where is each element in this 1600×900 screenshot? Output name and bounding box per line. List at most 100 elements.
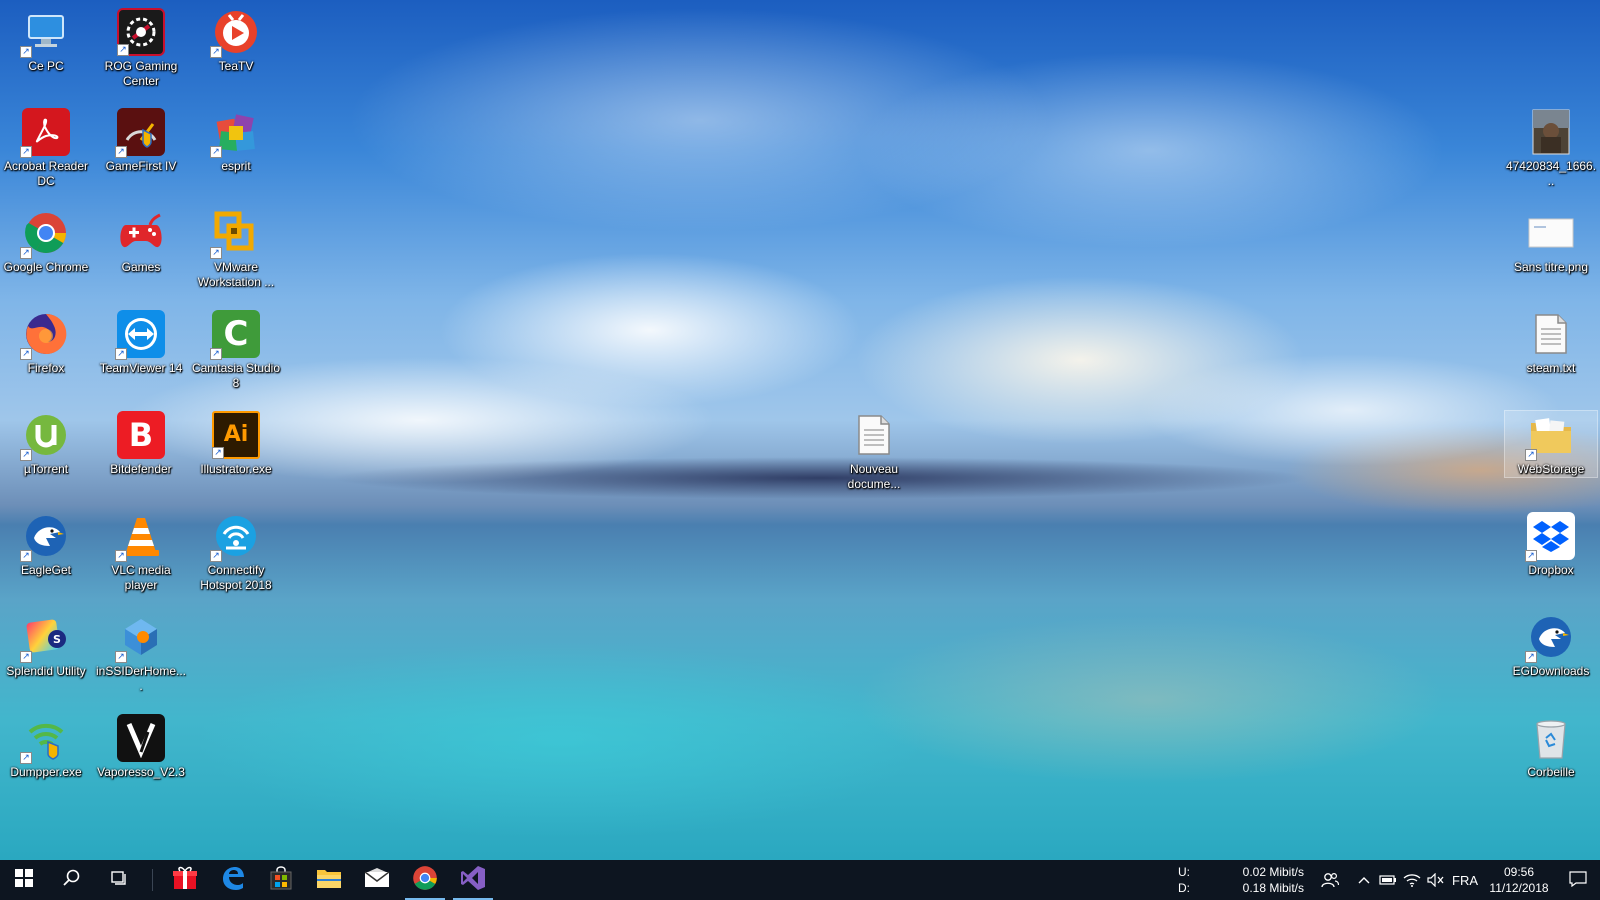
volume-muted-icon[interactable] xyxy=(1424,860,1448,900)
desktop-icon-label: Firefox xyxy=(27,361,65,375)
store-app[interactable] xyxy=(257,860,305,900)
desktop-icon-eagleget[interactable]: ↗ EagleGet xyxy=(0,512,92,578)
rog-gaming-center-icon: ↗ xyxy=(117,8,165,56)
chrome-app[interactable] xyxy=(401,860,449,900)
splendid-utility-icon: S ↗ xyxy=(20,613,70,663)
shortcut-arrow-icon: ↗ xyxy=(210,46,222,58)
desktop-icon-vlc[interactable]: ↗ VLC media player xyxy=(95,512,187,593)
desktop-icon-teatv[interactable]: ↗ TeaTV xyxy=(190,8,282,74)
desktop-icon-label: esprit xyxy=(221,159,251,173)
desktop-icon-label: Splendid Utility xyxy=(6,664,86,678)
upload-speed: 0.02 Mibit/s xyxy=(1242,865,1304,879)
desktop-icon-label: VLC media player xyxy=(111,563,171,592)
desktop-icon-bitdefender[interactable]: B Bitdefender xyxy=(95,411,187,477)
gamefirst-icon: ↗ xyxy=(115,108,165,158)
desktop-icon-firefox[interactable]: ↗ Firefox xyxy=(0,310,92,376)
desktop-icon-webstorage[interactable]: ↗ WebStorage xyxy=(1504,410,1598,478)
firefox-icon: ↗ xyxy=(20,310,70,360)
desktop-icon-games[interactable]: Games xyxy=(95,209,187,275)
shortcut-arrow-icon: ↗ xyxy=(20,550,32,562)
desktop-icon-utorrent[interactable]: ↗ µTorrent xyxy=(0,411,92,477)
desktop-icon-dropbox[interactable]: ↗ Dropbox xyxy=(1505,512,1597,578)
system-tray: U: 0.02 Mibit/s D: 0.18 Mibit/s FRA 09:5… xyxy=(1178,860,1600,900)
wifi-icon[interactable] xyxy=(1400,860,1424,900)
mail-app[interactable] xyxy=(353,860,401,900)
esprit-icon: ↗ xyxy=(210,108,260,158)
desktop-icon-label: EGDownloads xyxy=(1512,664,1590,678)
desktop-icon-esprit[interactable]: ↗ esprit xyxy=(190,108,282,174)
desktop-icon-egdownloads[interactable]: ↗ EGDownloads xyxy=(1505,613,1597,679)
network-speed-monitor[interactable]: U: 0.02 Mibit/s D: 0.18 Mibit/s xyxy=(1178,864,1304,896)
visual-studio-app[interactable] xyxy=(449,860,497,900)
shortcut-arrow-icon: ↗ xyxy=(20,247,32,259)
clock[interactable]: 09:56 11/12/2018 xyxy=(1482,864,1556,896)
desktop-icon-label: Ce PC xyxy=(28,59,64,73)
gift-icon xyxy=(172,865,198,895)
bitdefender-icon: B xyxy=(117,411,165,459)
webstorage-folder-icon: ↗ xyxy=(1525,411,1575,461)
edge-icon xyxy=(220,865,246,895)
desktop-icon-vmware[interactable]: ↗ VMware Workstation ... xyxy=(190,209,282,290)
desktop-icon-sans-titre-png[interactable]: Sans titre.png xyxy=(1505,209,1597,275)
desktop-icon-label: Dumpper.exe xyxy=(10,765,82,779)
svg-text:S: S xyxy=(53,633,61,646)
desktop-icon-label: ROG Gaming Center xyxy=(104,59,178,88)
teatv-icon: ↗ xyxy=(210,8,260,58)
language-indicator[interactable]: FRA xyxy=(1448,860,1482,900)
vlc-icon: ↗ xyxy=(115,512,165,562)
edge-app[interactable] xyxy=(209,860,257,900)
chevron-up-icon[interactable] xyxy=(1352,860,1376,900)
task-view-button[interactable] xyxy=(96,860,144,900)
shortcut-arrow-icon: ↗ xyxy=(117,44,129,56)
recycle-bin-icon xyxy=(1527,714,1575,762)
clock-time: 09:56 xyxy=(1503,865,1535,879)
inssider-icon: ↗ xyxy=(115,613,165,663)
shortcut-arrow-icon: ↗ xyxy=(115,550,127,562)
desktop-icon-camtasia[interactable]: C ↗ Camtasia Studio 8 xyxy=(190,310,282,391)
desktop-icon-splendid-utility[interactable]: S ↗ Splendid Utility xyxy=(0,613,92,679)
chrome-icon xyxy=(412,865,438,895)
desktop-icon-nouveau-document[interactable]: Nouveau docume... xyxy=(828,411,920,492)
desktop-icon-label: EagleGet xyxy=(20,563,72,577)
desktop-icon-gamefirst[interactable]: ↗ GameFirst IV xyxy=(95,108,187,174)
desktop-icon-connectify[interactable]: ↗ Connectify Hotspot 2018 xyxy=(190,512,282,593)
desktop-icon-label: Games xyxy=(121,260,161,274)
task-view-icon xyxy=(111,870,129,890)
desktop-icon-vaporesso[interactable]: Vaporesso_V2.3 xyxy=(95,714,187,780)
desktop-icon-dumpper[interactable]: ↗ Dumpper.exe xyxy=(0,714,92,780)
mail-icon xyxy=(364,868,390,892)
desktop-icon-teamviewer[interactable]: ↗ TeamViewer 14 xyxy=(95,310,187,376)
start-button[interactable] xyxy=(0,860,48,900)
desktop-icon-label: WebStorage xyxy=(1517,462,1585,476)
gift-app[interactable] xyxy=(161,860,209,900)
desktop-icon-inssider[interactable]: ↗ inSSIDerHome.... xyxy=(95,613,187,694)
desktop-icon-label: Corbeille xyxy=(1527,765,1575,779)
download-label: D: xyxy=(1178,881,1190,895)
explorer-app[interactable] xyxy=(305,860,353,900)
desktop-icon-label: Illustrator.exe xyxy=(200,462,272,476)
shortcut-arrow-icon: ↗ xyxy=(1525,550,1537,562)
this-pc-icon: ↗ xyxy=(20,8,70,58)
battery-icon[interactable] xyxy=(1376,860,1400,900)
desktop-icon-steam-txt[interactable]: steam.txt xyxy=(1505,310,1597,376)
desktop-icon-rog-gaming-center[interactable]: ↗ ROG Gaming Center xyxy=(95,8,187,89)
search-button[interactable] xyxy=(48,860,96,900)
desktop-icon-label: Connectify Hotspot 2018 xyxy=(200,563,272,592)
taskbar-separator xyxy=(152,869,153,891)
upload-label: U: xyxy=(1178,865,1190,879)
shortcut-arrow-icon: ↗ xyxy=(210,348,222,360)
people-icon[interactable] xyxy=(1318,860,1342,900)
desktop-icon-google-chrome[interactable]: ↗ Google Chrome xyxy=(0,209,92,275)
text-document-icon xyxy=(850,411,898,459)
action-center-button[interactable] xyxy=(1556,860,1600,900)
desktop-icon-corbeille[interactable]: Corbeille xyxy=(1505,714,1597,780)
desktop-icon-ce-pc[interactable]: ↗ Ce PC xyxy=(0,8,92,74)
desktop-icon-image-47420834[interactable]: 47420834_1666... xyxy=(1505,108,1597,189)
shortcut-arrow-icon: ↗ xyxy=(212,447,224,459)
desktop-icon-illustrator[interactable]: Ai ↗ Illustrator.exe xyxy=(190,411,282,477)
desktop-icon-label: Camtasia Studio 8 xyxy=(191,361,281,390)
desktop-icon-acrobat-reader[interactable]: ↗ Acrobat Reader DC xyxy=(0,108,92,189)
acrobat-reader-icon: ↗ xyxy=(20,108,70,158)
desktop-icon-label: Acrobat Reader DC xyxy=(3,159,89,188)
shortcut-arrow-icon: ↗ xyxy=(20,348,32,360)
